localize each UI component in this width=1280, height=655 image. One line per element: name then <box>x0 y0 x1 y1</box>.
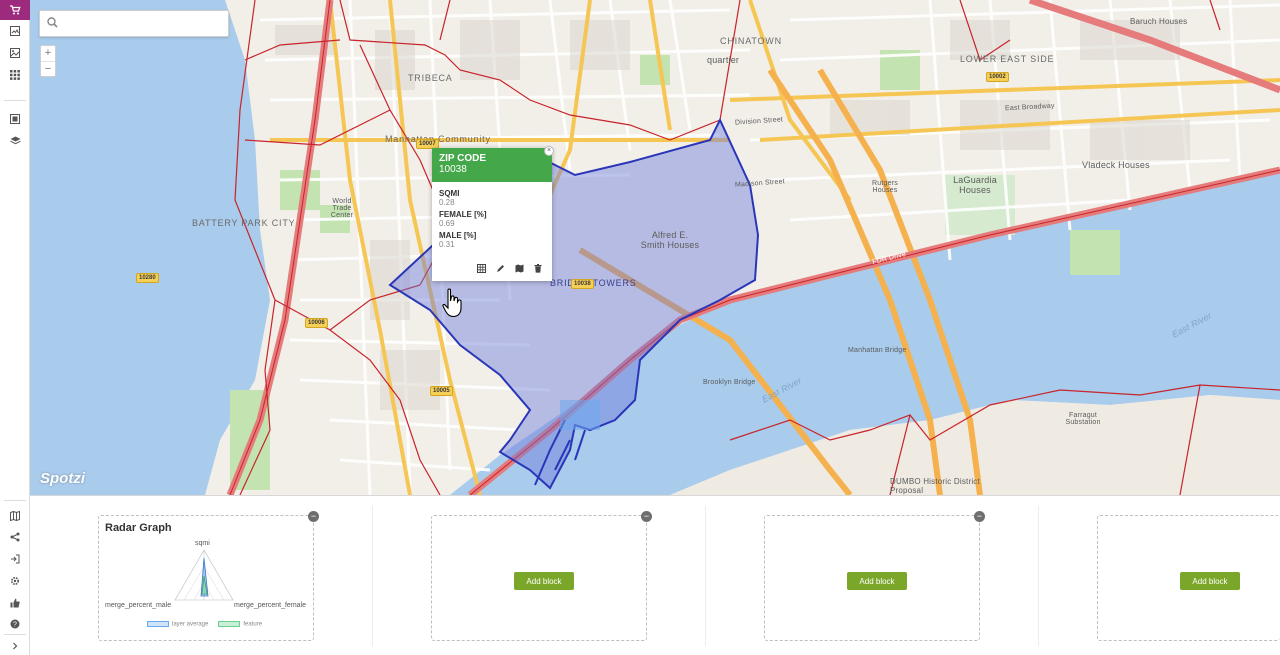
popup-field-value: 0.31 <box>439 240 455 249</box>
feature-popup: ZIP CODE 10038 × SQMI 0.28 FEMALE [%] 0.… <box>432 146 554 281</box>
map-label-alfred-smith: Alfred E. Smith Houses <box>640 230 700 250</box>
thumbs-up-icon[interactable] <box>0 594 30 612</box>
column-divider <box>705 506 706 646</box>
search-input[interactable] <box>64 17 224 30</box>
brand-logo: Spotzi <box>40 470 85 487</box>
legend-swatch <box>147 621 169 627</box>
popup-body: SQMI 0.28 FEMALE [%] 0.69 MALE [%] 0.31 <box>432 182 552 257</box>
map-label-dumbo: DUMBO Historic District Proposal <box>890 477 980 495</box>
image-icon[interactable] <box>0 44 30 62</box>
search-icon[interactable] <box>47 15 58 33</box>
radar-graph-block: − Radar Graph sqmi merge_percent_male me… <box>98 511 319 641</box>
popup-field-value: 0.28 <box>439 198 455 207</box>
export-icon[interactable] <box>0 550 30 568</box>
empty-block: − Add block <box>764 511 985 641</box>
grid-icon[interactable] <box>0 66 30 84</box>
radar-chart <box>174 549 234 601</box>
sidebar-divider <box>4 100 26 101</box>
empty-block: − Add block <box>431 511 652 641</box>
popup-title: ZIP CODE <box>439 153 487 164</box>
empty-block: Add block <box>1097 515 1280 641</box>
map-label-brooklyn-bridge: Brooklyn Bridge <box>703 379 756 386</box>
remove-block-button[interactable]: − <box>974 511 985 522</box>
popup-close-button[interactable]: × <box>544 146 554 156</box>
map-icon[interactable] <box>0 507 30 525</box>
hand-cursor-icon <box>442 288 464 323</box>
map-label-farragut: Farragut Substation <box>1065 412 1101 426</box>
layers-icon[interactable] <box>0 132 30 150</box>
popup-field-key: FEMALE [%] <box>439 210 487 219</box>
widget-icon[interactable] <box>0 110 30 128</box>
chevron-right-icon[interactable] <box>0 637 30 655</box>
legend-item: feature <box>218 621 262 628</box>
popup-field-key: MALE [%] <box>439 231 477 240</box>
radar-axis-label: merge_percent_female <box>234 602 306 609</box>
popup-actions <box>477 264 542 273</box>
zip-badge: 10038 <box>571 279 594 289</box>
legend-item: layer average <box>147 621 208 628</box>
column-divider <box>372 506 373 646</box>
radar-axis-label: merge_percent_male <box>105 602 172 609</box>
map-view[interactable]: CHINATOWN LOWER EAST SIDE TRIBECA BATTER… <box>30 0 1280 495</box>
map-icon[interactable] <box>515 264 524 273</box>
cart-icon[interactable] <box>0 0 30 20</box>
map-label-battery-park-city: BATTERY PARK CITY <box>192 218 296 228</box>
app-root: ? CHINATOWN LOWER EAST SIDE TRIBECA BATT… <box>0 0 1280 655</box>
widget-panel: − Radar Graph sqmi merge_percent_male me… <box>30 495 1280 655</box>
add-block-button[interactable]: Add block <box>847 572 907 590</box>
help-icon[interactable]: ? <box>0 615 30 633</box>
block-title: Radar Graph <box>105 522 172 534</box>
zip-badge: 10005 <box>430 386 453 396</box>
map-label-rutgers: Rutgers Houses <box>872 180 898 194</box>
map-label-chinatown: CHINATOWN <box>720 36 782 46</box>
popup-header: ZIP CODE 10038 <box>432 148 552 182</box>
radar-axis-label: sqmi <box>195 540 210 547</box>
popup-field-value: 0.69 <box>439 219 455 228</box>
legend-label: layer average <box>172 621 209 628</box>
radar-legend: layer average feature <box>147 621 262 628</box>
add-block-button[interactable]: Add block <box>514 572 574 590</box>
table-icon[interactable] <box>477 264 486 273</box>
remove-block-button[interactable]: − <box>308 511 319 522</box>
legend-swatch <box>218 621 241 627</box>
map-label-lower-east-side: LOWER EAST SIDE <box>960 54 1055 64</box>
map-label-tribeca: TRIBECA <box>408 73 453 83</box>
remove-block-button[interactable]: − <box>641 511 652 522</box>
map-label-manhattan-bridge: Manhattan Bridge <box>848 347 907 354</box>
gallery-icon[interactable] <box>0 22 30 40</box>
map-label-world-trade: World Trade Center <box>330 198 354 219</box>
map-label-laguardia: LaGuardia Houses <box>953 175 997 195</box>
zoom-in-button[interactable]: + <box>41 46 55 61</box>
zoom-control: + − <box>40 45 56 77</box>
column-divider <box>1038 506 1039 646</box>
sidebar-divider <box>4 634 26 635</box>
zip-badge: 10002 <box>986 72 1009 82</box>
zoom-out-button[interactable]: − <box>41 61 55 76</box>
sidebar-divider <box>4 500 26 501</box>
map-label-vladeck: Vladeck Houses <box>1082 160 1150 170</box>
legend-label: feature <box>243 621 263 628</box>
map-label-quartier: quartier <box>707 55 740 65</box>
popup-value: 10038 <box>439 164 467 175</box>
map-label-baruch: Baruch Houses <box>1130 17 1188 26</box>
sidebar: ? <box>0 0 30 655</box>
zip-badge: 10280 <box>136 273 159 283</box>
zip-badge: 10006 <box>305 318 328 328</box>
edit-icon[interactable] <box>496 264 505 273</box>
share-icon[interactable] <box>0 528 30 546</box>
settings-icon[interactable] <box>0 572 30 590</box>
add-block-button[interactable]: Add block <box>1180 572 1240 590</box>
search-box <box>39 10 229 37</box>
delete-icon[interactable] <box>534 264 542 273</box>
svg-text:?: ? <box>13 622 17 629</box>
popup-field-key: SQMI <box>439 189 460 198</box>
